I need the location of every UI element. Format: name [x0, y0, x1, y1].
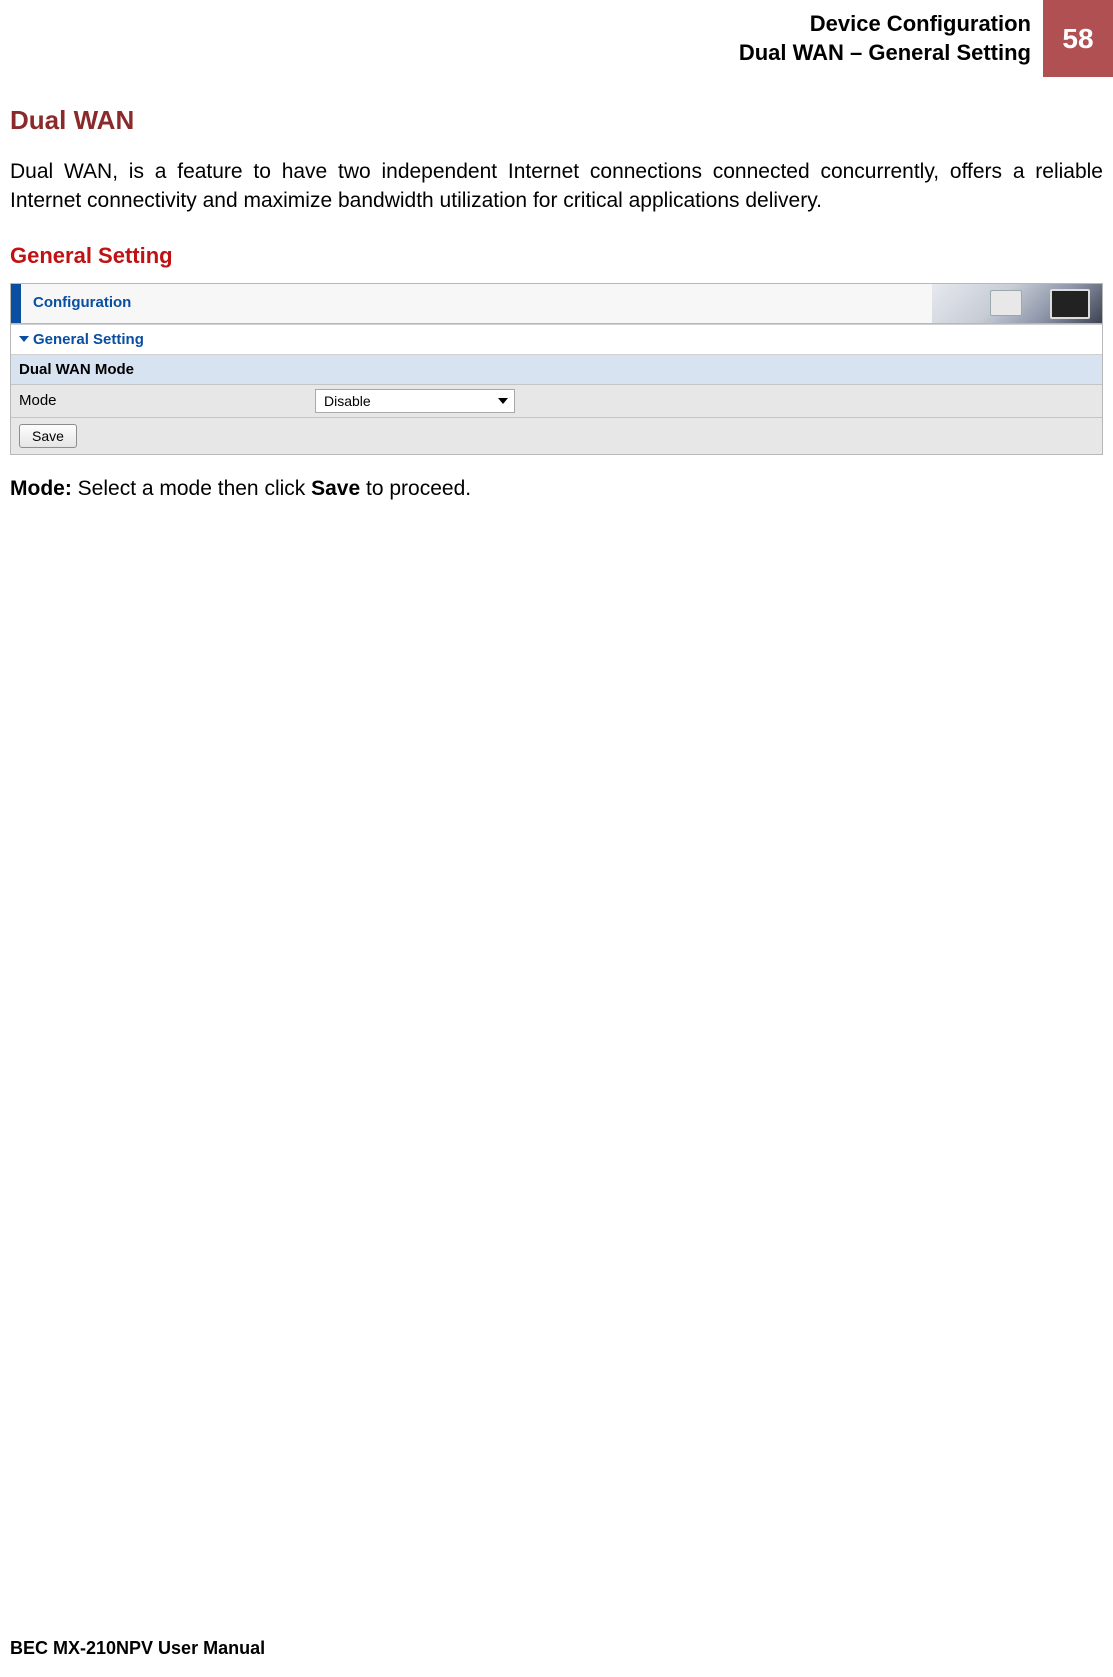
panel-header-title: Configuration	[21, 284, 932, 323]
general-setting-header[interactable]: General Setting	[11, 325, 1102, 355]
intro-paragraph: Dual WAN, is a feature to have two indep…	[10, 158, 1103, 215]
mode-desc-text2: to proceed.	[360, 477, 471, 500]
page-content: Dual WAN Dual WAN, is a feature to have …	[0, 77, 1113, 501]
page-header: Device Configuration Dual WAN – General …	[0, 0, 1113, 77]
subsection-title: General Setting	[10, 243, 1103, 269]
mode-desc-text1: Select a mode then click	[72, 477, 311, 500]
mode-row: Mode Disable	[11, 385, 1102, 418]
footer-text: BEC MX-210NPV User Manual	[10, 1638, 265, 1659]
header-title-block: Device Configuration Dual WAN – General …	[739, 0, 1043, 77]
header-title-line1: Device Configuration	[739, 10, 1031, 39]
dual-wan-mode-row: Dual WAN Mode	[11, 355, 1102, 385]
mode-description: Mode: Select a mode then click Save to p…	[10, 477, 1103, 501]
mode-select-value: Disable	[324, 393, 371, 409]
general-setting-label: General Setting	[33, 331, 144, 348]
panel-header-graphic	[932, 284, 1102, 323]
mode-label: Mode	[19, 392, 315, 409]
configuration-panel: Configuration General Setting Dual WAN M…	[10, 283, 1103, 455]
panel-header: Configuration	[11, 284, 1102, 324]
collapse-icon	[19, 336, 29, 342]
mode-select[interactable]: Disable	[315, 389, 515, 413]
mode-desc-bold2: Save	[311, 477, 360, 500]
save-row: Save	[11, 418, 1102, 454]
chevron-down-icon	[498, 398, 508, 404]
panel-body: General Setting Dual WAN Mode Mode Disab…	[11, 324, 1102, 454]
save-button[interactable]: Save	[19, 424, 77, 448]
mode-desc-bold1: Mode:	[10, 477, 72, 500]
panel-header-accent	[11, 284, 21, 323]
header-title-line2: Dual WAN – General Setting	[739, 39, 1031, 68]
page-number-badge: 58	[1043, 0, 1113, 77]
section-title: Dual WAN	[10, 105, 1103, 136]
